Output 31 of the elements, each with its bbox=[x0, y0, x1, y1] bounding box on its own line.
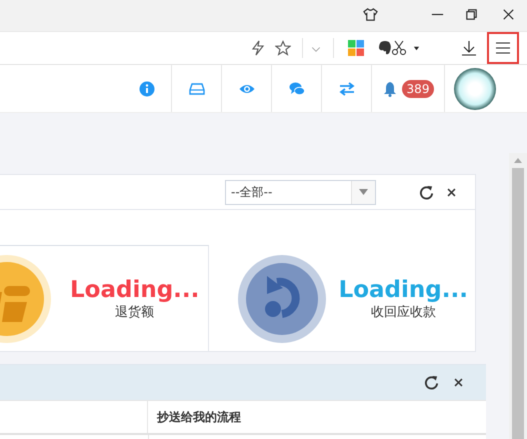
swap-icon[interactable] bbox=[338, 80, 354, 96]
column-header: 抄送给我的流程 bbox=[156, 408, 242, 426]
dropdown-arrow-icon bbox=[359, 189, 368, 195]
notification-badge: 389 bbox=[402, 80, 434, 98]
scrollbar[interactable] bbox=[509, 153, 527, 439]
stat-value: Loading... bbox=[338, 276, 468, 302]
lightning-icon[interactable] bbox=[250, 40, 266, 56]
stat-value: Loading... bbox=[70, 277, 200, 303]
caret-icon[interactable] bbox=[413, 45, 420, 52]
refresh-icon[interactable] bbox=[419, 184, 434, 200]
shirt-icon[interactable] bbox=[363, 7, 378, 22]
menu-icon bbox=[495, 40, 511, 56]
scissors-icon[interactable] bbox=[391, 40, 407, 56]
close-icon[interactable] bbox=[446, 186, 457, 198]
info-icon[interactable] bbox=[138, 80, 154, 96]
filter-select[interactable]: --全部-- bbox=[225, 180, 376, 204]
star-icon[interactable] bbox=[275, 40, 291, 56]
chat-icon[interactable] bbox=[288, 80, 304, 96]
avatar[interactable] bbox=[454, 68, 496, 110]
restore-icon[interactable] bbox=[464, 7, 479, 22]
stat-label: 收回应收款 bbox=[370, 304, 436, 320]
grid-icon[interactable] bbox=[348, 40, 364, 56]
download-icon[interactable] bbox=[461, 40, 477, 56]
refresh-icon[interactable] bbox=[424, 375, 439, 390]
stat-label: 退货额 bbox=[115, 304, 154, 321]
menu-button[interactable] bbox=[487, 32, 519, 64]
close-icon[interactable] bbox=[453, 377, 464, 388]
close-icon[interactable] bbox=[501, 7, 516, 22]
refund-icon bbox=[236, 254, 327, 344]
drive-icon[interactable] bbox=[188, 80, 204, 96]
bell-icon[interactable] bbox=[382, 80, 398, 96]
